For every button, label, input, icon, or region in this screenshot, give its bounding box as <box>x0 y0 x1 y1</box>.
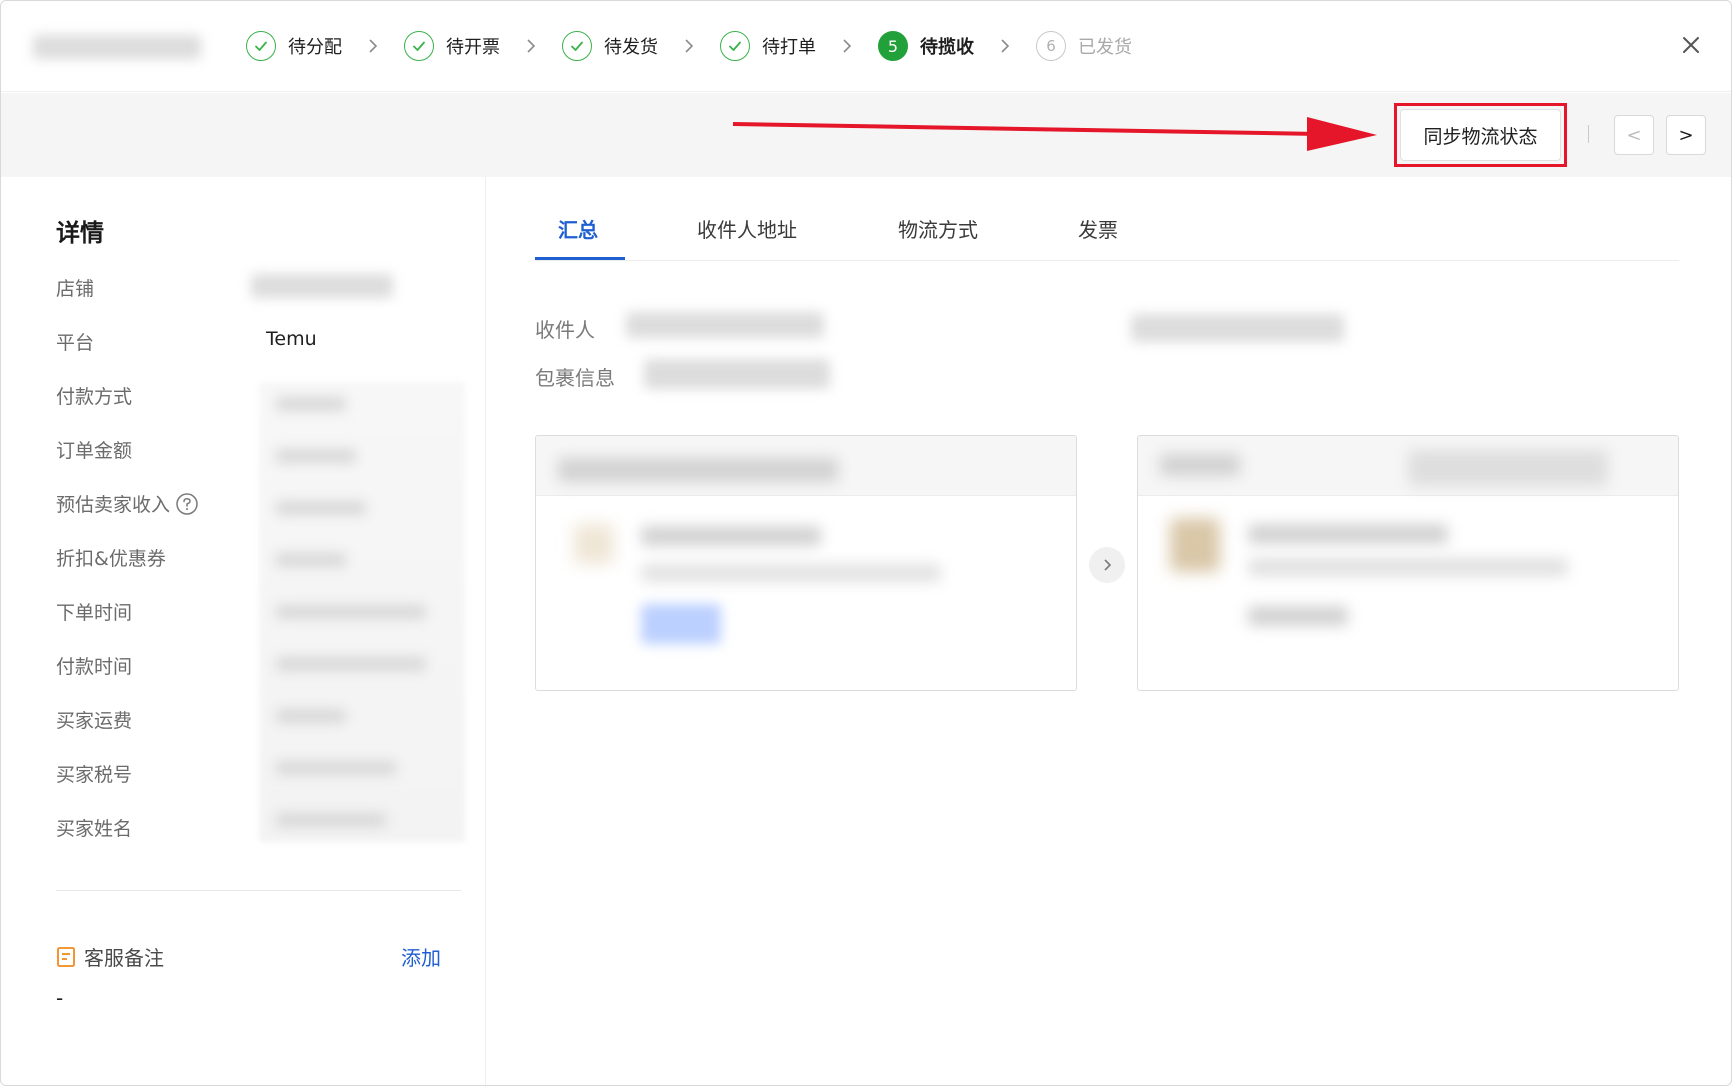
field-label-estimated-income: 预估卖家收入 <box>56 490 198 517</box>
step-label: 待开票 <box>446 37 500 58</box>
step-pending-assign: 待分配 <box>246 28 342 64</box>
package-card <box>1137 435 1679 691</box>
order-id-redacted <box>33 35 201 59</box>
recipient-phone-redacted <box>1131 314 1344 342</box>
redacted-line <box>276 761 396 775</box>
redacted-line <box>276 449 356 463</box>
step-label: 待揽收 <box>920 37 974 58</box>
memo-value: - <box>56 986 64 1010</box>
divider <box>56 890 461 891</box>
redacted-line <box>276 501 366 515</box>
order-progress-bar: 待分配 待开票 待发货 待打单 5 待揽收 6 已发货 <box>1 1 1731 92</box>
help-icon[interactable] <box>176 492 198 515</box>
redacted-line <box>641 564 941 582</box>
field-label-payment-method: 付款方式 <box>56 386 133 408</box>
redacted-line <box>276 553 346 567</box>
step-number: 6 <box>1036 31 1066 61</box>
redacted-line <box>276 709 346 723</box>
field-label-store: 店铺 <box>56 278 95 300</box>
check-icon <box>562 31 592 61</box>
check-icon <box>246 31 276 61</box>
customer-service-memo: 客服备注 <box>56 942 164 971</box>
annotation-highlight-box <box>1394 103 1567 167</box>
platform-value: Temu <box>266 328 317 350</box>
redacted-line <box>1248 558 1568 576</box>
close-icon[interactable] <box>1677 31 1705 59</box>
step-label: 待分配 <box>288 37 342 58</box>
package-info-label: 包裹信息 <box>535 366 615 390</box>
add-memo-link[interactable]: 添加 <box>401 942 441 971</box>
prev-order-button[interactable]: < <box>1614 115 1654 155</box>
memo-label: 客服备注 <box>84 946 164 970</box>
field-label-buyer-shipping: 买家运费 <box>56 710 133 732</box>
step-label: 待发货 <box>604 37 658 58</box>
step-label: 待打单 <box>762 37 816 58</box>
field-label-buyer-name: 买家姓名 <box>56 818 133 840</box>
redacted-line <box>558 458 838 482</box>
step-pending-print: 待打单 <box>720 28 816 64</box>
order-steps: 待分配 待开票 待发货 待打单 5 待揽收 6 已发货 <box>246 28 1132 64</box>
redacted-line <box>276 813 386 827</box>
chevron-right-icon <box>658 38 720 54</box>
chevron-right-icon <box>342 38 404 54</box>
redacted-line <box>641 526 821 546</box>
chevron-right-icon <box>500 38 562 54</box>
redacted-line <box>1248 606 1348 626</box>
field-label-platform: 平台 <box>56 332 95 354</box>
step-shipped: 6 已发货 <box>1036 28 1132 64</box>
check-icon <box>720 31 750 61</box>
detail-title: 详情 <box>56 219 104 247</box>
tab-summary[interactable]: 汇总 <box>558 214 598 243</box>
order-item-card <box>535 435 1077 691</box>
step-pending-invoice: 待开票 <box>404 28 500 64</box>
step-label: 已发货 <box>1078 37 1132 58</box>
detail-tabs: 汇总 收件人地址 物流方式 发票 <box>535 177 1679 261</box>
note-icon <box>57 946 75 967</box>
active-tab-indicator <box>535 257 625 260</box>
redacted-line <box>1160 454 1240 476</box>
redacted-link <box>641 604 721 644</box>
redacted-line <box>1408 450 1608 486</box>
chevron-right-icon <box>974 38 1036 54</box>
tab-shipping-method[interactable]: 物流方式 <box>898 214 978 243</box>
store-value-redacted <box>251 274 393 298</box>
step-pending-pickup: 5 待揽收 <box>878 28 974 64</box>
field-label-buyer-tax-id: 买家税号 <box>56 764 133 786</box>
field-label-discount: 折扣&优惠券 <box>56 548 166 570</box>
check-icon <box>404 31 434 61</box>
field-label-pay-time: 付款时间 <box>56 656 133 678</box>
field-label-order-time: 下单时间 <box>56 602 133 624</box>
recipient-name-redacted <box>626 312 824 338</box>
redacted-line <box>276 605 426 619</box>
tab-invoice[interactable]: 发票 <box>1078 214 1118 243</box>
annotation-arrow <box>732 117 1377 151</box>
divider <box>1588 125 1589 143</box>
redacted-line <box>276 397 346 411</box>
tab-recipient-address[interactable]: 收件人地址 <box>697 214 797 243</box>
detail-panel: 详情 店铺 平台 Temu 付款方式 订单金额 预估卖家收入 折扣&优惠券 下单… <box>1 177 486 1085</box>
chevron-right-icon <box>816 38 878 54</box>
field-label-text: 预估卖家收入 <box>56 494 171 516</box>
field-label-order-amount: 订单金额 <box>56 440 133 462</box>
step-pending-ship: 待发货 <box>562 28 658 64</box>
product-image-redacted <box>1170 518 1220 572</box>
step-number: 5 <box>878 31 908 61</box>
order-detail-modal: 待分配 待开票 待发货 待打单 5 待揽收 6 已发货 同步物流状态 < > 详… <box>0 0 1732 1086</box>
chevron-right-icon[interactable] <box>1089 547 1125 583</box>
redacted-line <box>1248 524 1448 544</box>
recipient-label: 收件人 <box>535 318 595 342</box>
redacted-line <box>276 657 426 671</box>
next-order-button[interactable]: > <box>1666 115 1706 155</box>
product-image-redacted <box>574 524 614 564</box>
package-info-redacted <box>644 359 830 389</box>
